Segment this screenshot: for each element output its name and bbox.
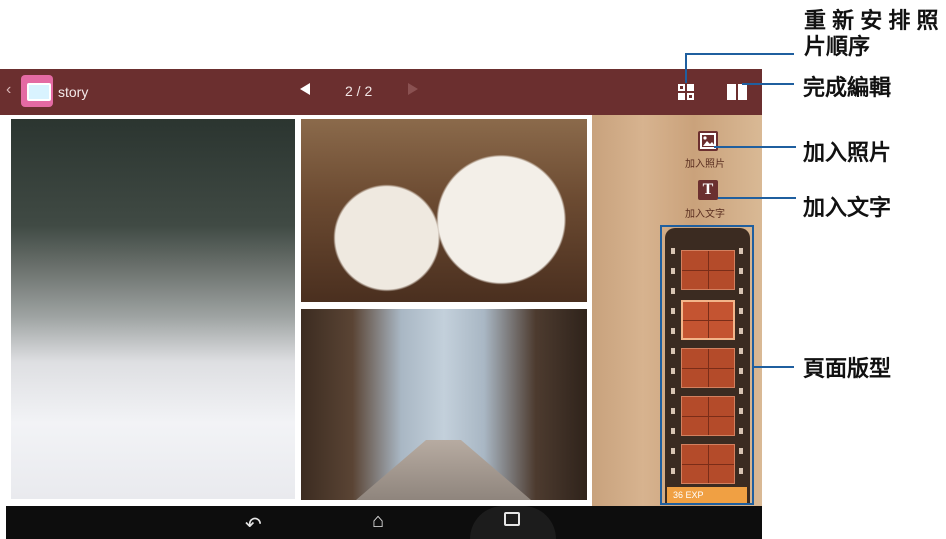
story-app-icon[interactable] — [21, 75, 53, 107]
photo-breakfast-table[interactable] — [301, 119, 587, 302]
prev-page-arrow-icon[interactable] — [300, 83, 310, 95]
home-icon[interactable]: ⌂ — [372, 510, 384, 533]
callout-line-reorder — [686, 53, 794, 55]
callout-line-add-photo — [714, 146, 796, 148]
callout-reorder-photos: 重 新 安 排 照 片順序 — [804, 8, 939, 59]
photo-snowy-village[interactable] — [11, 119, 295, 499]
callout-line-add-text — [718, 197, 796, 199]
film-tag: 36 EXP — [667, 487, 747, 503]
reorder-photos-button[interactable] — [677, 83, 695, 101]
add-photo-icon[interactable] — [698, 131, 718, 151]
next-page-arrow-icon[interactable] — [408, 83, 418, 95]
callout-line-layout — [754, 366, 794, 368]
page-indicator: 2 / 2 — [345, 83, 373, 99]
callout-line-reorder-vertical — [685, 53, 687, 83]
layout-highlight-box — [660, 225, 754, 505]
grid-icon — [678, 84, 694, 100]
top-app-bar — [0, 69, 762, 115]
callout-line-done — [742, 83, 794, 85]
back-chevron-icon[interactable]: ‹ — [6, 82, 11, 98]
finish-editing-button[interactable] — [726, 83, 748, 101]
callout-page-layout: 頁面版型 — [803, 356, 892, 381]
callout-add-text: 加入文字 — [803, 195, 892, 220]
callout-add-photo: 加入照片 — [803, 140, 892, 165]
book-icon — [727, 84, 747, 100]
recents-icon[interactable] — [504, 512, 520, 526]
add-photo-label: 加入照片 — [685, 159, 725, 170]
callout-finish-editing: 完成編輯 — [803, 75, 892, 100]
app-title: story — [58, 84, 89, 100]
photo-old-street[interactable] — [301, 309, 587, 500]
back-icon[interactable]: ↶ — [245, 512, 262, 537]
image-icon — [700, 133, 716, 149]
add-text-icon[interactable]: T — [698, 180, 718, 200]
add-text-label: 加入文字 — [685, 209, 725, 220]
